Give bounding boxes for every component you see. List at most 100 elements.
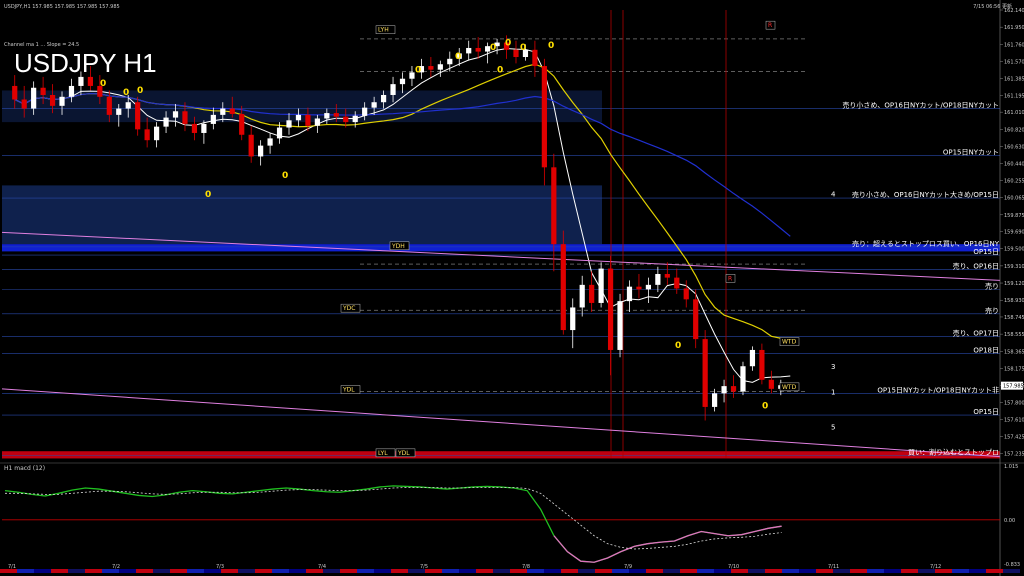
session-bar — [663, 569, 680, 573]
candle-body — [352, 115, 358, 123]
candle-body — [380, 94, 387, 103]
candle-body — [239, 113, 245, 135]
level-tag: 0 — [762, 402, 768, 412]
axis-tick-label: 161.010 — [1004, 110, 1024, 116]
candle-body — [617, 301, 623, 350]
axis-tick-label: 159.120 — [1004, 281, 1024, 287]
zone-label: 売り小さめ、OP16日NYカット/OP18日NYカット — [842, 101, 999, 110]
candle-body — [87, 76, 93, 86]
candle-body — [172, 111, 179, 118]
level-tag: 0 — [137, 86, 143, 96]
session-bar — [884, 569, 901, 573]
level-tag: YDL — [342, 387, 355, 394]
candle-body — [626, 286, 633, 302]
level-tag: YDH — [391, 243, 405, 250]
axis-tick-label: 160.630 — [1004, 145, 1024, 151]
level-tag: 0 — [455, 52, 461, 62]
session-bar — [170, 569, 187, 573]
macd-label: H1 macd (12) — [4, 465, 45, 472]
level-tag: YDC — [342, 305, 355, 312]
candle-body — [267, 138, 273, 146]
date-label: 7/9 — [624, 564, 632, 570]
session-bar — [646, 569, 663, 573]
candle-body — [693, 299, 699, 340]
candle-body — [78, 76, 84, 86]
level-tag: 0 — [497, 65, 503, 75]
session-bar — [442, 569, 459, 573]
session-bar — [391, 569, 408, 573]
session-bar — [544, 569, 561, 573]
session-bar — [459, 569, 476, 573]
macd-tick-label: 1.015 — [1004, 464, 1018, 470]
session-bar — [187, 569, 204, 573]
level-tag: 0 — [490, 43, 496, 53]
candle-body — [721, 386, 727, 394]
session-bar — [782, 569, 799, 573]
session-bar — [119, 569, 136, 573]
candle-body — [106, 96, 112, 115]
session-bar — [901, 569, 918, 573]
candle-body — [636, 286, 642, 290]
candle-body — [664, 274, 670, 278]
level-tag: YDL — [397, 450, 410, 457]
big-title: USDJPY H1 — [14, 48, 157, 78]
candle-body — [645, 284, 652, 290]
candle-body — [447, 58, 453, 65]
axis-tick-label: 158.555 — [1004, 332, 1024, 338]
candle-body — [475, 47, 481, 52]
level-tag: 0 — [520, 43, 526, 53]
session-bar — [340, 569, 357, 573]
zone-label: 売り — [985, 281, 999, 290]
session-bar — [561, 569, 578, 573]
candle-body — [295, 114, 302, 121]
symbol-info: USDJPY,H1 157.985 157.985 157.985 157.98… — [4, 4, 120, 10]
candle-body — [220, 108, 226, 115]
axis-tick-label: 161.950 — [1004, 25, 1024, 31]
axis-tick-label: 159.875 — [1004, 213, 1024, 219]
session-bar — [85, 569, 102, 573]
candle-body — [343, 116, 349, 123]
axis-tick-label: 161.760 — [1004, 42, 1024, 48]
candle-body — [362, 107, 368, 116]
candle-body — [513, 49, 519, 58]
candle-body — [191, 123, 198, 133]
level-tag: 0 — [675, 341, 681, 351]
candle-body — [551, 167, 557, 245]
axis-tick-label: 157.800 — [1004, 400, 1024, 406]
candle-body — [466, 47, 472, 54]
level-tag: 0 — [282, 171, 288, 181]
level-tag: 0 — [548, 41, 554, 51]
candle-body — [674, 277, 680, 289]
candle-body — [68, 85, 75, 97]
candle-body — [144, 129, 150, 141]
level-tag: R — [728, 275, 732, 282]
red-zone — [2, 451, 1000, 459]
candle-body — [324, 113, 330, 119]
axis-tick-label: 159.690 — [1004, 230, 1024, 236]
candle-body — [229, 108, 235, 114]
candle-body — [258, 145, 264, 157]
session-bar — [1003, 569, 1020, 573]
macd-tick-label: -0.833 — [1004, 562, 1020, 568]
candle-body — [655, 274, 661, 285]
candle-body — [702, 339, 708, 407]
zone-label: OP18日 — [973, 347, 999, 355]
level-tag: LYL — [378, 450, 388, 457]
level-tag: 0 — [205, 190, 211, 200]
axis-tick-label: 157.610 — [1004, 418, 1024, 424]
candle-body — [333, 113, 339, 117]
candle-body — [210, 114, 216, 124]
candle-body — [31, 87, 37, 109]
session-bar — [238, 569, 255, 573]
candle-body — [399, 78, 406, 85]
macd-tick-label: 0.00 — [1004, 518, 1015, 524]
axis-tick-label: 158.365 — [1004, 349, 1024, 355]
level-tag: WTD — [782, 339, 797, 346]
axis-tick-label: 157.425 — [1004, 434, 1024, 440]
session-bar — [850, 569, 867, 573]
date-label: 7/4 — [318, 564, 326, 570]
candle-body — [589, 284, 595, 303]
zone-label: 売り：超えるとストップロス買い、OP16日NY — [852, 239, 1000, 248]
candle-body — [182, 111, 188, 124]
wave-label: 1 — [831, 388, 835, 396]
